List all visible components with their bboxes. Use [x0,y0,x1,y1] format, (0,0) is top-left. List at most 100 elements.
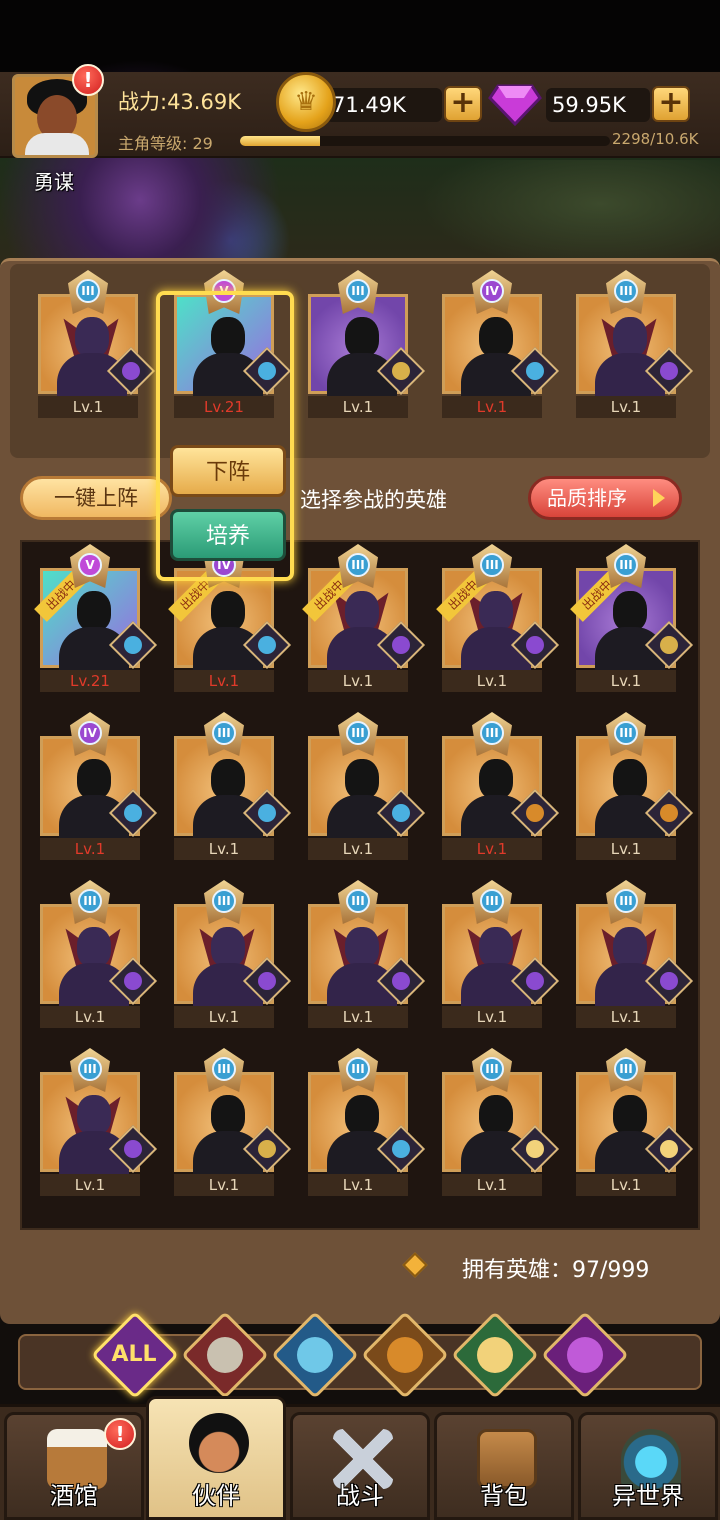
hero-head [479,591,513,631]
hero-card[interactable]: IV Lv.1 [442,270,560,420]
avatar-alert-icon: ! [72,64,104,96]
add-coins-button[interactable]: + [444,86,482,122]
hero-card[interactable]: III Lv.1 [576,712,694,862]
hero-head [211,1095,245,1135]
sort-label: 品质排序 [547,486,627,510]
hero-head [345,927,379,967]
nav-tab-partner[interactable]: 伙伴 [146,1396,286,1520]
hero-card[interactable]: III Lv.1 [174,712,292,862]
hero-level: Lv.1 [40,1006,140,1028]
hero-head [613,317,647,357]
owned-heroes-count: 拥有英雄：97/999 [462,1258,650,1283]
hero-level: Lv.1 [308,838,408,860]
hero-card[interactable]: III Lv.1 [576,270,694,420]
rank-numeral: III [212,1057,236,1081]
exp-progress-text: 2298/10.6K [612,130,699,148]
hero-card[interactable]: 出战中 III Lv.1 [302,544,426,694]
hero-card[interactable]: III Lv.1 [442,712,560,862]
hero-head [479,927,513,967]
add-gems-button[interactable]: + [652,86,690,122]
hero-card[interactable]: III Lv.1 [308,880,426,1030]
one-click-deploy-button[interactable]: 一键上阵 [20,476,172,520]
hero-level: Lv.1 [576,1174,676,1196]
rank-numeral: III [480,721,504,745]
rank-numeral: V [78,553,102,577]
hero-card[interactable]: 出战中 V Lv.21 [34,544,158,694]
hero-card[interactable]: III Lv.1 [308,1048,426,1198]
rank-badge: III [338,270,378,314]
avatar-body [25,133,89,155]
rank-badge: III [606,270,646,314]
hero-level: Lv.1 [576,838,676,860]
hero-level: Lv.1 [576,396,676,418]
hero-level: Lv.1 [174,670,274,692]
quality-sort-button[interactable]: 品质排序 [528,476,682,520]
rank-numeral: III [480,889,504,913]
player-level: 主角等级: 29 [118,134,213,153]
combat-power: 战力:43.69K [118,90,241,114]
rank-numeral: III [346,279,370,303]
hero-card[interactable]: III Lv.1 [308,270,426,420]
rank-numeral: III [78,1057,102,1081]
tavern-alert-icon: ! [104,1418,136,1450]
elf-icon [477,1337,513,1373]
hero-level: Lv.1 [308,670,408,692]
rank-numeral: III [614,1057,638,1081]
lion-icon [387,1337,423,1373]
demon-skull-icon [567,1337,603,1373]
rank-numeral: III [614,279,638,303]
hero-card[interactable]: 出战中 III Lv.1 [436,544,560,694]
hero-card[interactable]: III Lv.1 [174,1048,292,1198]
hero-card[interactable]: III Lv.1 [40,1048,158,1198]
hero-head [613,1095,647,1135]
hero-level: Lv.1 [174,1006,274,1028]
hero-card[interactable]: 出战中 III Lv.1 [570,544,694,694]
rank-numeral: III [480,1057,504,1081]
rank-numeral: III [76,279,100,303]
hero-head [613,927,647,967]
blue-creature-icon [297,1337,333,1373]
hero-head [479,759,513,799]
train-hero-button[interactable]: 培养 [170,509,286,561]
purple-gem-icon [488,84,542,126]
hero-level: Lv.1 [442,396,542,418]
hero-card[interactable]: III Lv.1 [442,1048,560,1198]
hero-level: Lv.1 [38,396,138,418]
remove-from-lineup-button[interactable]: 下阵 [170,445,286,497]
rank-numeral: IV [78,721,102,745]
hero-card[interactable]: III Lv.1 [40,880,158,1030]
hero-head [77,759,111,799]
hero-head [211,759,245,799]
rank-numeral: III [346,1057,370,1081]
hero-card[interactable]: III Lv.1 [38,270,156,420]
hero-level: Lv.1 [308,1174,408,1196]
nav-tab-bag[interactable]: 背包 [434,1412,574,1520]
hero-level: Lv.1 [442,670,542,692]
nav-tab-battle[interactable]: 战斗 [290,1412,430,1520]
hero-card[interactable]: III Lv.1 [442,880,560,1030]
hero-level: Lv.1 [576,1006,676,1028]
hero-head [479,317,513,357]
hero-head [613,759,647,799]
hero-level: Lv.1 [308,396,408,418]
hero-head [211,591,245,631]
exp-progress-bar [240,136,610,146]
rank-badge: IV [472,270,512,314]
hero-level: Lv.1 [442,838,542,860]
hero-card[interactable]: IV Lv.1 [40,712,158,862]
hero-card[interactable]: III Lv.1 [576,1048,694,1198]
filter-all-label: ALL [111,1342,157,1367]
hero-card[interactable]: III Lv.1 [576,880,694,1030]
hero-head [211,927,245,967]
nav-tab-label: 伙伴 [192,1482,240,1510]
nav-tab-otherworld[interactable]: 异世界 [578,1412,718,1520]
nav-tab-label: 战斗 [336,1482,384,1510]
hero-level: Lv.1 [576,670,676,692]
hero-card[interactable]: III Lv.1 [308,712,426,862]
hero-card[interactable]: III Lv.1 [174,880,292,1030]
select-heroes-hint: 选择参战的英雄 [300,488,447,512]
hero-head [345,317,379,357]
hero-grid[interactable]: 出战中 V Lv.21 出战中 IV Lv.1 出战中 III Lv.1 出战中 III Lv.1 出战… [20,540,700,1230]
rank-numeral: III [346,889,370,913]
rank-numeral: III [614,889,638,913]
